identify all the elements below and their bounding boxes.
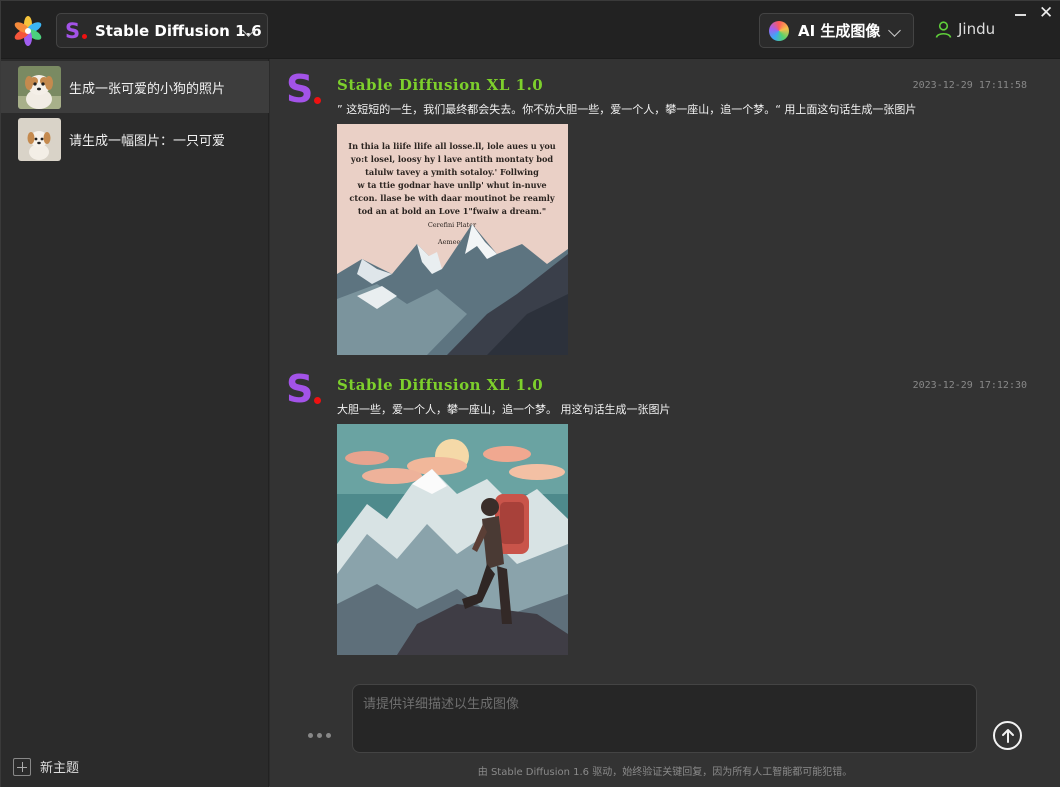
model-name: Stable Diffusion 1.6 [95,21,262,40]
app-logo-icon [14,16,42,46]
chat-panel: S Stable Diffusion XL 1.0 2023-12-29 17:… [270,59,1060,787]
conversation-item[interactable]: 请生成一幅图片：一只可爱 [1,113,269,165]
poster-text-line: tod an at bold an Love 1"fwaiw a dream." [358,206,546,216]
poster-text-line: ctcon. llase be with daar moutinot be re… [349,193,554,203]
message-timestamp: 2023-12-29 17:12:30 [912,380,1027,391]
mode-selector[interactable]: AI 生成图像 [759,13,914,48]
avatar-dot-icon [314,97,321,104]
message-prompt: ” 这短短的一生，我们最终都会失去。你不妨大胆一些，爱一个人，攀一座山，追一个梦… [337,103,917,116]
message-prompt: 大胆一些，爱一个人，攀一座山，追一个梦。 用这句话生成一张图片 [337,403,671,416]
prompt-input[interactable] [352,684,977,753]
generated-image[interactable]: In thia la liife llife all losse.ll, lol… [337,124,568,355]
sender-name: Stable Diffusion XL 1.0 [337,76,544,94]
avatar-dot-icon [314,397,321,404]
bot-avatar: S [286,367,314,411]
conversation-title: 请生成一幅图片：一只可爱 [69,133,226,149]
poster-text-line: yo:t losel, loosy hy l lave antith monta… [350,154,554,164]
minimize-button[interactable] [1015,14,1026,16]
model-logo-letter: S [65,18,81,43]
plus-icon [13,757,31,776]
bot-avatar: S [286,67,314,111]
more-options-icon[interactable] [308,733,331,738]
close-button[interactable]: ✕ [1039,3,1053,23]
disclaimer-text: 由 Stable Diffusion 1.6 驱动，始终验证关键回复，因为所有人… [477,767,853,778]
top-bar: S Stable Diffusion 1.6 AI 生成图像 Jindu ✕ [1,1,1060,59]
color-wheel-icon [769,20,789,41]
conversation-title: 生成一张可爱的小狗的照片 [69,81,226,97]
model-logo-icon: S [65,19,87,43]
puppy-thumbnail [18,117,61,161]
user-name: Jindu [958,20,996,38]
message-timestamp: 2023-12-29 17:11:58 [912,80,1027,91]
generated-image[interactable] [337,424,568,655]
chevron-down-icon [888,24,901,37]
send-button[interactable] [993,721,1022,750]
user-account[interactable]: Jindu [935,20,995,38]
app-window: S Stable Diffusion 1.6 AI 生成图像 Jindu ✕ 生… [0,0,1060,787]
sender-name: Stable Diffusion XL 1.0 [337,376,544,394]
new-topic-button[interactable]: 新主题 [13,757,79,776]
arrow-up-icon [1001,728,1014,743]
poster-text-line: In thia la liife llife all losse.ll, lol… [348,141,556,151]
sidebar: 生成一张可爱的小狗的照片 请生成一幅图片：一只可爱 新主题 [1,59,269,787]
conversation-item[interactable]: 生成一张可爱的小狗的照片 [1,61,269,113]
poster-text-line: talulw tavey a ymith sotaloy.' Follwing [365,167,539,177]
user-icon [935,20,952,38]
mode-name: AI 生成图像 [798,22,881,40]
poster-text-line: w ta ttie godnar have unllp' whut in-nuv… [356,180,546,190]
new-topic-label: 新主题 [40,761,80,776]
puppy-thumbnail [18,65,61,109]
model-selector[interactable]: S Stable Diffusion 1.6 [56,13,268,48]
